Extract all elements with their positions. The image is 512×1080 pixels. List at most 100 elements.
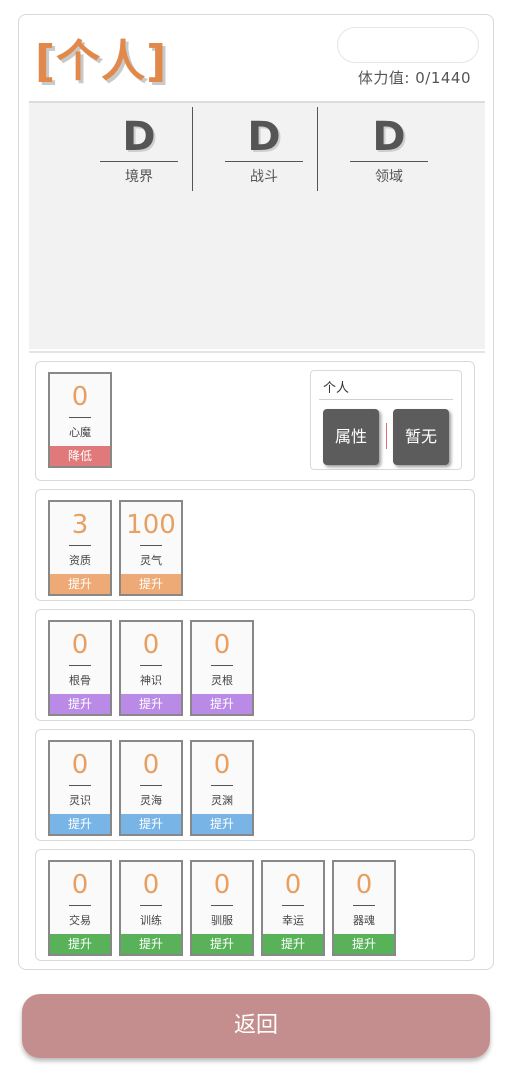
upgrade-button[interactable]: 提升 <box>121 814 181 834</box>
stat-label: 器魂 <box>353 914 375 927</box>
stat-label: 灵气 <box>140 554 162 567</box>
grade-combat-letter: D <box>247 114 281 160</box>
grade-realm-letter: D <box>122 114 156 160</box>
stat-label: 幸运 <box>282 914 304 927</box>
section-spirit: 0 灵识 提升 0 灵海 提升 0 灵渊 提升 <box>35 729 475 841</box>
personal-menu-title: 个人 <box>323 381 350 396</box>
stat-underline <box>211 905 233 906</box>
stat-underline <box>69 545 91 546</box>
stat-label: 根骨 <box>69 674 91 687</box>
personal-panel: [个人] 体力值: 0/1440 D 境界 D 战斗 D 领域 0 心魔 降低 <box>18 14 494 970</box>
stat-value: 0 <box>284 870 302 900</box>
stat-value: 0 <box>71 630 89 660</box>
stat-underline <box>140 545 162 546</box>
stat-value: 0 <box>355 870 373 900</box>
stat-value: 0 <box>71 382 89 412</box>
stat-underline <box>140 905 162 906</box>
section-skills: 0 交易 提升 0 训练 提升 0 驯服 提升 0 幸运 提升 0 器魂 提升 <box>35 849 475 961</box>
stat-underline <box>69 785 91 786</box>
grade-realm-label: 境界 <box>125 169 153 185</box>
divider <box>319 399 453 400</box>
stat-label: 神识 <box>140 674 162 687</box>
stat-value: 0 <box>71 870 89 900</box>
stat-value: 0 <box>213 630 231 660</box>
stat-value: 0 <box>142 750 160 780</box>
stat-card-spirit-root: 0 灵根 提升 <box>190 620 254 716</box>
grade-domain: D 领域 <box>341 113 437 186</box>
grade-domain-label: 领域 <box>375 169 403 185</box>
stat-label: 灵海 <box>140 794 162 807</box>
stat-label: 心魔 <box>69 426 91 439</box>
upgrade-button[interactable]: 提升 <box>192 934 252 954</box>
return-button[interactable]: 返回 <box>22 994 490 1058</box>
divider <box>29 351 485 353</box>
upgrade-button[interactable]: 提升 <box>192 694 252 714</box>
grade-underline <box>225 161 303 162</box>
stat-label: 资质 <box>69 554 91 567</box>
stat-card-bone: 0 根骨 提升 <box>48 620 112 716</box>
section-constitution: 0 根骨 提升 0 神识 提升 0 灵根 提升 <box>35 609 475 721</box>
stat-value: 0 <box>142 870 160 900</box>
grade-underline <box>350 161 428 162</box>
stat-label: 灵识 <box>69 794 91 807</box>
stat-card-trade: 0 交易 提升 <box>48 860 112 956</box>
stat-value: 0 <box>71 750 89 780</box>
upgrade-button[interactable]: 提升 <box>334 934 394 954</box>
upgrade-button[interactable]: 提升 <box>121 934 181 954</box>
stat-underline <box>140 665 162 666</box>
attributes-button[interactable]: 属性 <box>323 409 379 465</box>
title-close-bracket: ] <box>146 36 168 87</box>
stat-card-training: 0 训练 提升 <box>119 860 183 956</box>
stat-value: 0 <box>142 630 160 660</box>
grade-separator <box>192 107 193 191</box>
upgrade-button[interactable]: 提升 <box>121 694 181 714</box>
stat-card-spirit-qi: 100 灵气 提升 <box>119 500 183 596</box>
section-aptitude: 3 资质 提升 100 灵气 提升 <box>35 489 475 601</box>
stat-card-divine-sense: 0 神识 提升 <box>119 620 183 716</box>
none-button[interactable]: 暂无 <box>393 409 449 465</box>
upgrade-button[interactable]: 提升 <box>121 574 181 594</box>
upgrade-button[interactable]: 提升 <box>263 934 323 954</box>
stat-card-inner-demon: 0 心魔 降低 <box>48 372 112 468</box>
decrease-button[interactable]: 降低 <box>50 446 110 466</box>
grade-domain-letter: D <box>372 114 406 160</box>
upgrade-button[interactable]: 提升 <box>50 574 110 594</box>
stat-label: 灵根 <box>211 674 233 687</box>
grade-realm: D 境界 <box>91 113 187 186</box>
stat-card-spirit-sea: 0 灵海 提升 <box>119 740 183 836</box>
stat-underline <box>140 785 162 786</box>
stat-underline <box>211 665 233 666</box>
stat-label: 灵渊 <box>211 794 233 807</box>
upgrade-button[interactable]: 提升 <box>50 934 110 954</box>
upgrade-button[interactable]: 提升 <box>50 694 110 714</box>
title-open-bracket: [ <box>35 36 57 87</box>
stat-underline <box>69 665 91 666</box>
stat-card-aptitude: 3 资质 提升 <box>48 500 112 596</box>
stat-label: 训练 <box>140 914 162 927</box>
stat-value: 3 <box>71 510 89 540</box>
stat-card-artifact-soul: 0 器魂 提升 <box>332 860 396 956</box>
stat-label: 交易 <box>69 914 91 927</box>
upgrade-button[interactable]: 提升 <box>50 814 110 834</box>
stat-value: 100 <box>126 510 176 540</box>
stamina-text: 体力值: 0/1440 <box>357 69 471 87</box>
stat-underline <box>353 905 375 906</box>
stat-label: 驯服 <box>211 914 233 927</box>
page-title: [个人] <box>35 25 167 89</box>
grade-separator <box>317 107 318 191</box>
stamina-bubble <box>337 27 479 63</box>
stat-underline <box>69 905 91 906</box>
stat-card-taming: 0 驯服 提升 <box>190 860 254 956</box>
upgrade-button[interactable]: 提升 <box>192 814 252 834</box>
grade-underline <box>100 161 178 162</box>
stat-value: 0 <box>213 870 231 900</box>
stat-underline <box>69 417 91 418</box>
grades-area: D 境界 D 战斗 D 领域 <box>29 101 485 349</box>
stat-card-spirit-sense: 0 灵识 提升 <box>48 740 112 836</box>
stat-value: 0 <box>213 750 231 780</box>
section-inner-demon: 0 心魔 降低 个人 属性 暂无 <box>35 361 475 481</box>
grade-combat: D 战斗 <box>216 113 312 186</box>
button-separator <box>386 423 387 449</box>
stat-underline <box>282 905 304 906</box>
stat-underline <box>211 785 233 786</box>
